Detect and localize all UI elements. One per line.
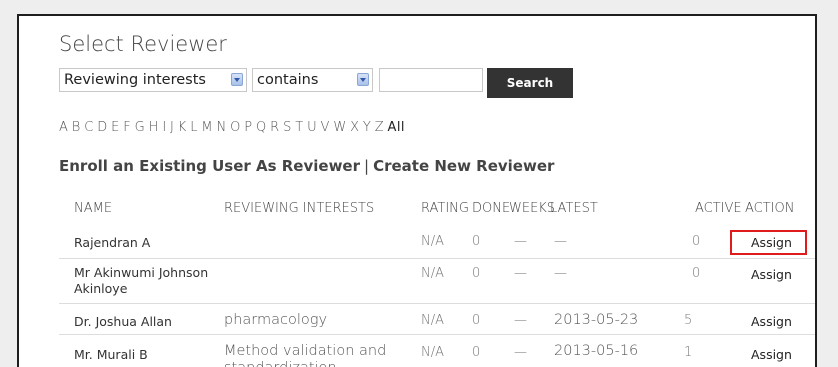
search-query-input[interactable] xyxy=(379,68,483,92)
letter-d[interactable]: D xyxy=(97,120,107,135)
assign-button[interactable]: Assign xyxy=(751,314,792,329)
letter-l[interactable]: L xyxy=(190,120,198,135)
reviewer-active: 5 xyxy=(684,313,693,328)
letter-o[interactable]: O xyxy=(230,120,241,135)
reviewer-interests: Method validation and xyxy=(224,343,387,359)
search-field-select[interactable]: Reviewing interests xyxy=(59,68,247,92)
reviewer-actions: Enroll an Existing User As Reviewer | Crea… xyxy=(59,157,554,175)
reviewer-active: 0 xyxy=(692,234,701,249)
reviewer-weeks: — xyxy=(514,313,527,328)
letter-w[interactable]: W xyxy=(333,120,346,135)
reviewer-interests: pharmacology xyxy=(224,312,328,328)
alphabet-filter: A B C D E F G H I J K L M N O P Q R S T U V W X Y Z All xyxy=(59,120,408,135)
letter-h[interactable]: H xyxy=(149,120,159,135)
reviewer-latest: 2013-05-16 xyxy=(554,343,639,359)
reviewer-name: Dr. Joshua Allan xyxy=(74,314,172,329)
letter-j[interactable]: J xyxy=(170,120,174,135)
letter-g[interactable]: G xyxy=(135,120,145,135)
create-new-reviewer-link[interactable]: Create New Reviewer xyxy=(373,157,554,175)
column-header-action: ACTION xyxy=(745,201,795,216)
reviewer-name-line2: Akinloye xyxy=(74,281,128,296)
search-field-value: Reviewing interests xyxy=(64,72,206,88)
reviewer-weeks: — xyxy=(514,234,527,249)
column-header-done[interactable]: DONE xyxy=(472,201,510,216)
reviewer-rating: N/A xyxy=(421,313,444,328)
letter-u[interactable]: U xyxy=(307,120,317,135)
row-divider xyxy=(59,334,815,335)
letter-b[interactable]: B xyxy=(72,120,81,135)
letter-z[interactable]: Z xyxy=(375,120,384,135)
column-header-name[interactable]: NAME xyxy=(74,201,112,216)
column-header-weeks[interactable]: WEEKS xyxy=(509,201,555,216)
letter-f[interactable]: F xyxy=(123,120,131,135)
reviewer-active: 1 xyxy=(684,345,693,360)
enroll-existing-user-link[interactable]: Enroll an Existing User As Reviewer xyxy=(59,157,360,175)
reviewer-done: 0 xyxy=(472,234,481,249)
letter-q[interactable]: Q xyxy=(256,120,267,135)
letter-m[interactable]: M xyxy=(201,120,213,135)
reviewer-interests-line2: standardization xyxy=(224,360,337,367)
letter-x[interactable]: X xyxy=(350,120,359,135)
row-divider xyxy=(59,258,815,259)
chevron-down-icon xyxy=(357,73,369,86)
letter-c[interactable]: C xyxy=(84,120,93,135)
reviewer-done: 0 xyxy=(472,266,481,281)
page-title: Select Reviewer xyxy=(59,32,227,56)
row-divider xyxy=(59,303,815,304)
reviewer-latest: 2013-05-23 xyxy=(554,312,639,328)
column-header-active[interactable]: ACTIVE xyxy=(695,201,742,216)
reviewer-rating: N/A xyxy=(421,345,444,360)
search-button[interactable]: Search xyxy=(487,68,573,98)
column-header-latest[interactable]: LATEST xyxy=(550,201,598,216)
reviewer-name: Mr Akinwumi Johnson xyxy=(74,265,209,280)
reviewer-rating: N/A xyxy=(421,234,444,249)
letter-p[interactable]: P xyxy=(244,120,252,135)
reviewer-active: 0 xyxy=(692,266,701,281)
letter-t[interactable]: T xyxy=(295,120,303,135)
letter-i[interactable]: I xyxy=(162,120,166,135)
column-header-rating[interactable]: RATING xyxy=(421,201,469,216)
letter-all[interactable]: All xyxy=(388,120,405,135)
search-operator-select[interactable]: contains xyxy=(252,68,373,92)
reviewer-latest: — xyxy=(554,234,567,249)
reviewer-rating: N/A xyxy=(421,266,444,281)
reviewer-done: 0 xyxy=(472,345,481,360)
link-separator: | xyxy=(364,157,370,175)
letter-a[interactable]: A xyxy=(59,120,68,135)
page-frame: Select Reviewer Reviewing interests cont… xyxy=(17,14,817,367)
letter-k[interactable]: K xyxy=(178,120,187,135)
column-header-reviewing-interests[interactable]: REVIEWING INTERESTS xyxy=(224,201,374,216)
letter-n[interactable]: N xyxy=(217,120,227,135)
reviewer-name: Rajendran A xyxy=(74,235,151,250)
assign-button[interactable]: Assign xyxy=(751,347,792,362)
letter-s[interactable]: S xyxy=(283,120,292,135)
reviewer-weeks: — xyxy=(514,345,527,360)
letter-y[interactable]: Y xyxy=(363,120,371,135)
reviewer-weeks: — xyxy=(514,266,527,281)
assign-button[interactable]: Assign xyxy=(751,267,792,282)
assign-highlight-box xyxy=(730,230,807,255)
reviewer-name: Mr. Murali B xyxy=(74,347,148,362)
reviewer-latest: — xyxy=(554,266,567,281)
chevron-down-icon xyxy=(231,73,243,86)
letter-e[interactable]: E xyxy=(111,120,120,135)
search-operator-value: contains xyxy=(257,72,319,88)
reviewer-done: 0 xyxy=(472,313,481,328)
letter-v[interactable]: V xyxy=(321,120,330,135)
letter-r[interactable]: R xyxy=(270,120,279,135)
